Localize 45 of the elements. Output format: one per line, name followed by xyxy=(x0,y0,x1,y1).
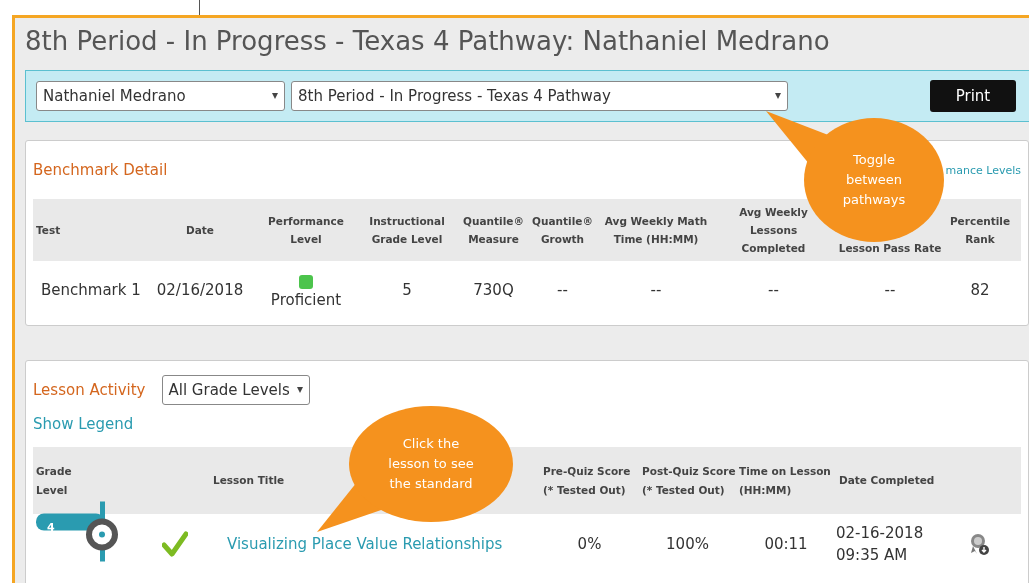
column-header: Grade Level xyxy=(35,463,73,498)
column-header: Performance Level xyxy=(267,214,345,247)
page-title: 8th Period - In Progress - Texas 4 Pathway: Nathaniel Medrano xyxy=(25,25,831,58)
section-title: Lesson Activity xyxy=(33,381,146,399)
column-header: Lesson Pass Rate xyxy=(837,241,943,256)
section-title: Benchmark Detail xyxy=(33,161,168,179)
caret-icon xyxy=(296,387,303,393)
table-cell-text: 730Q xyxy=(472,281,515,299)
table-cell-text: -- xyxy=(767,281,780,299)
award-ribbon-icon[interactable] xyxy=(968,532,990,556)
column-header: Test xyxy=(35,223,62,238)
table-cell-text: -- xyxy=(649,281,663,299)
caret-icon xyxy=(775,93,781,99)
column-header: Avg Weekly Math Time (HH:MM) xyxy=(603,214,709,247)
table-cell-text: -- xyxy=(556,281,569,299)
column-header: Post-Quiz Score (* Tested Out) xyxy=(641,463,736,498)
table-cell: Proficient xyxy=(270,291,342,309)
column-header: Lesson Title xyxy=(212,473,285,488)
table-cell-text: 5 xyxy=(401,281,413,299)
table-cell-text: 00:11 xyxy=(763,535,809,553)
table-cell-text: Benchmark 1 xyxy=(40,281,140,299)
student-dropdown[interactable]: Nathaniel Medrano xyxy=(36,81,285,111)
column-header: Quantile® Growth xyxy=(531,214,594,247)
table-cell-text: 02-16-2018 xyxy=(836,524,925,542)
callout-text: Toggle between pathways xyxy=(841,151,907,209)
column-header: Pre-Quiz Score (* Tested Out) xyxy=(542,463,632,498)
column-header: Time on Lesson (HH:MM) xyxy=(738,463,832,498)
table-cell-text: 02/16/2018 xyxy=(155,281,245,299)
table-cell-text: 100% xyxy=(665,535,710,553)
column-header: Instructional Grade Level xyxy=(368,214,446,247)
pathway-dropdown[interactable]: 8th Period - In Progress - Texas 4 Pathway xyxy=(291,81,788,111)
grade-level-label: 4 xyxy=(47,521,55,534)
column-header: Date xyxy=(185,223,215,238)
table-cell-text: 82 xyxy=(969,281,991,299)
column-header: Percentile Rank xyxy=(948,214,1012,247)
print-button[interactable]: Print xyxy=(930,80,1016,112)
callout-text: Click the lesson to see the standard xyxy=(387,435,475,493)
caret-icon xyxy=(272,93,278,99)
table-cell-text: 09:35 AM xyxy=(836,546,909,564)
grade-level-dropdown[interactable]: All Grade Levels xyxy=(161,375,310,405)
table-cell-text: -- xyxy=(883,281,897,299)
column-header: Avg Weekly Lessons Completed xyxy=(738,205,809,256)
column-header: Date Completed xyxy=(838,473,936,488)
column-header: Quantile® Measure xyxy=(462,214,525,247)
table-cell-text: 0% xyxy=(576,535,603,553)
